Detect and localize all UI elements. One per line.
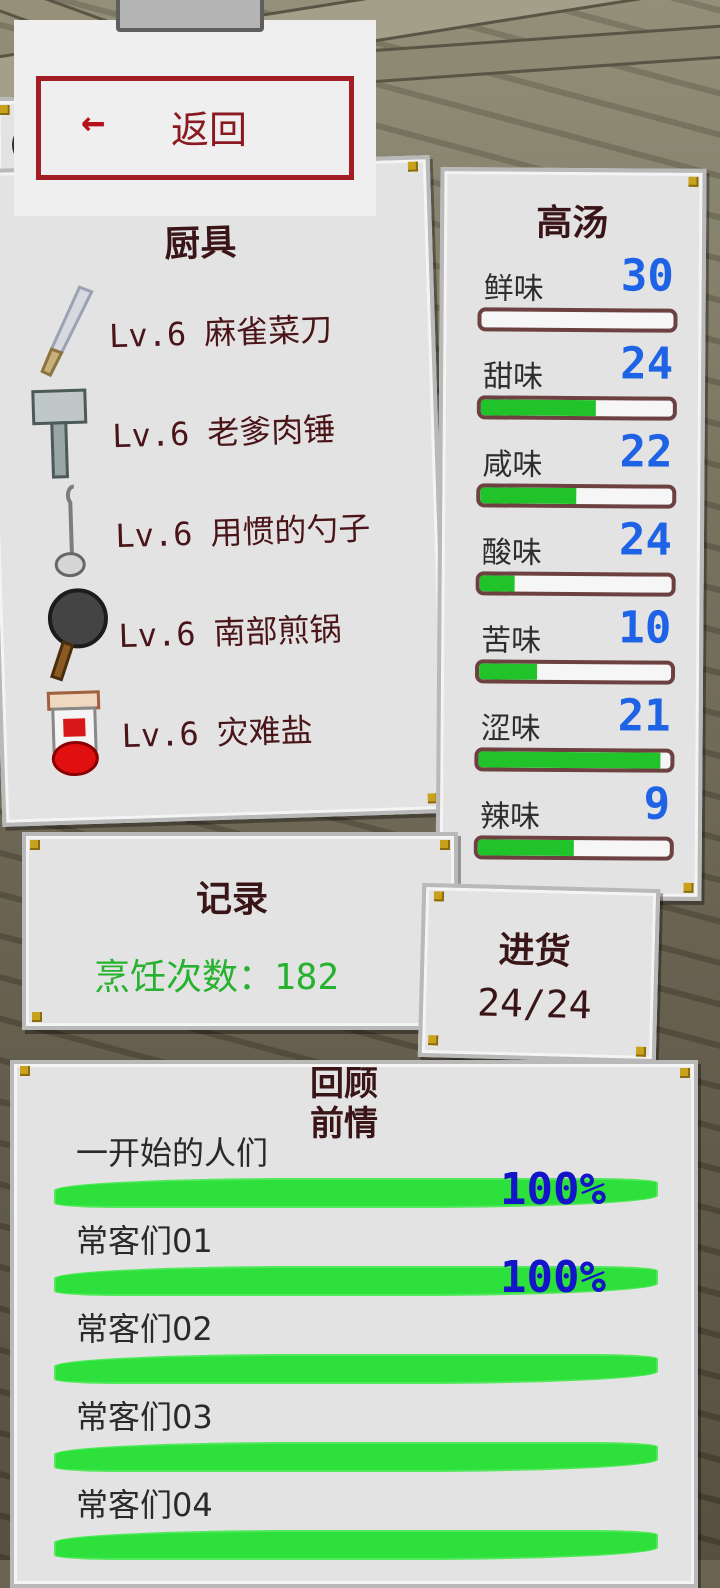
flavor-value: 24 bbox=[619, 514, 672, 565]
back-arrow-icon: ← bbox=[81, 99, 105, 145]
flavor-label: 甜味 bbox=[483, 351, 543, 395]
utensil-level: Lv.6 bbox=[121, 715, 199, 755]
review-chapter-row[interactable]: 常客们02 bbox=[46, 1304, 666, 1394]
utensil-name: 老爹肉锤 bbox=[207, 410, 336, 452]
pin-icon bbox=[20, 1066, 30, 1076]
utensil-level: Lv.6 bbox=[112, 415, 190, 455]
flavor-value: 10 bbox=[618, 602, 671, 653]
flavor-stat: 辣味9 bbox=[470, 783, 671, 864]
restock-title: 进货 bbox=[498, 921, 571, 975]
flavor-bar bbox=[475, 659, 675, 684]
chapter-percent: 100% bbox=[500, 1252, 606, 1303]
record-panel: 记录 烹饪次数：182 bbox=[22, 832, 458, 1030]
pin-icon bbox=[30, 840, 40, 850]
utensil-name: 用惯的勺子 bbox=[210, 509, 371, 552]
meat-hammer-icon bbox=[23, 381, 126, 484]
utensil-item[interactable]: Lv.6 灾难盐 bbox=[32, 671, 435, 784]
flavor-stat: 酸味24 bbox=[472, 519, 673, 600]
utensil-name: 南部煎锅 bbox=[213, 610, 342, 652]
flavor-stat: 甜味24 bbox=[473, 343, 674, 424]
pin-icon bbox=[428, 1035, 438, 1045]
flavor-bar-fill bbox=[481, 399, 596, 416]
flavor-stat: 鲜味30 bbox=[473, 255, 674, 336]
clipboard-clip bbox=[116, 0, 264, 32]
pin-icon bbox=[636, 1047, 646, 1057]
frying-pan-icon bbox=[29, 581, 132, 684]
utensil-level: Lv.6 bbox=[108, 315, 186, 355]
pin-icon bbox=[688, 177, 698, 187]
pin-icon bbox=[434, 891, 444, 901]
chapter-label: 常客们01 bbox=[76, 1216, 213, 1262]
flavor-label: 涩味 bbox=[481, 703, 541, 747]
utensil-item[interactable]: Lv.6 用惯的勺子 bbox=[26, 471, 429, 584]
flavor-value: 22 bbox=[619, 426, 672, 477]
flavor-stat: 咸味22 bbox=[472, 431, 673, 512]
flavor-value: 9 bbox=[643, 779, 670, 830]
flavor-bar bbox=[476, 483, 676, 508]
utensil-item[interactable]: Lv.6 麻雀菜刀 bbox=[19, 272, 422, 385]
utensils-panel: 厨具 Lv.6 麻雀菜刀 Lv.6 老爹肉锤 Lv.6 用惯的勺子 Lv.6 南部煎锅 bbox=[0, 155, 450, 827]
flavor-label: 苦味 bbox=[481, 615, 541, 659]
return-label: 返回 bbox=[171, 99, 247, 154]
flavor-label: 鲜味 bbox=[484, 263, 544, 307]
return-button[interactable]: ← 返回 bbox=[36, 76, 354, 180]
flavor-bar bbox=[477, 307, 677, 332]
restock-button[interactable]: 进货 24/24 bbox=[418, 883, 660, 1063]
review-chapter-row[interactable]: 常客们03 bbox=[46, 1392, 666, 1482]
flavor-bar bbox=[474, 835, 674, 860]
review-chapter-row[interactable]: 常客们04 bbox=[46, 1480, 666, 1570]
utensil-level: Lv.6 bbox=[118, 615, 196, 655]
salt-shaker-icon bbox=[32, 681, 135, 784]
utensil-name: 灾难盐 bbox=[216, 711, 313, 752]
utensils-title: 厨具 bbox=[163, 213, 237, 267]
pin-icon bbox=[680, 1068, 690, 1078]
chapter-label: 常客们04 bbox=[76, 1480, 213, 1526]
record-title: 记录 bbox=[196, 870, 268, 922]
flavor-value: 24 bbox=[620, 338, 673, 389]
chapter-progress-bar bbox=[56, 1356, 656, 1382]
utensil-item[interactable]: Lv.6 南部煎锅 bbox=[29, 571, 432, 684]
knife-icon bbox=[19, 281, 122, 384]
pin-icon bbox=[683, 883, 693, 893]
flavor-bar-fill bbox=[479, 663, 537, 679]
flavor-value: 21 bbox=[618, 690, 671, 741]
flavor-label: 咸味 bbox=[482, 439, 542, 483]
flavor-stat: 涩味21 bbox=[470, 695, 671, 776]
flavor-bar-fill bbox=[478, 751, 660, 768]
flavor-bar-fill bbox=[480, 575, 515, 591]
flavor-bar-fill bbox=[480, 487, 576, 504]
pin-icon bbox=[440, 840, 450, 850]
flavor-bar-fill bbox=[478, 839, 574, 856]
ladle-icon bbox=[26, 481, 129, 584]
flavor-bar bbox=[476, 571, 676, 596]
cook-count: 烹饪次数：182 bbox=[94, 948, 339, 1000]
pin-icon bbox=[32, 1012, 42, 1022]
flavor-value: 30 bbox=[621, 250, 674, 301]
broth-title: 高汤 bbox=[536, 194, 608, 247]
return-clipboard: ← 返回 bbox=[0, 0, 398, 228]
utensil-name: 麻雀菜刀 bbox=[204, 310, 333, 352]
review-panel: 回顾 前情 一开始的人们100%常客们01100%常客们02常客们03常客们04 bbox=[10, 1060, 698, 1588]
chapter-progress-bar bbox=[56, 1532, 656, 1558]
chapter-progress-bar bbox=[56, 1444, 656, 1470]
chapter-label: 一开始的人们 bbox=[76, 1128, 268, 1174]
pin-icon bbox=[408, 162, 418, 172]
utensil-item[interactable]: Lv.6 老爹肉锤 bbox=[23, 371, 426, 484]
restock-count: 24/24 bbox=[477, 980, 593, 1027]
flavor-stat: 苦味10 bbox=[471, 607, 672, 688]
broth-panel: 高汤 鲜味30甜味24咸味22酸味24苦味10涩味21辣味9 bbox=[435, 167, 706, 901]
review-chapter-row[interactable]: 一开始的人们 100% bbox=[46, 1128, 666, 1218]
chapter-label: 常客们03 bbox=[76, 1392, 213, 1438]
chapter-percent: 100% bbox=[500, 1164, 606, 1215]
review-chapter-row[interactable]: 常客们01 100% bbox=[46, 1216, 666, 1306]
utensil-level: Lv.6 bbox=[115, 515, 193, 555]
flavor-bar bbox=[477, 395, 677, 420]
flavor-label: 辣味 bbox=[480, 791, 540, 835]
chapter-label: 常客们02 bbox=[76, 1304, 213, 1350]
pin-icon bbox=[0, 105, 10, 115]
flavor-label: 酸味 bbox=[482, 527, 542, 571]
flavor-bar bbox=[474, 747, 674, 772]
